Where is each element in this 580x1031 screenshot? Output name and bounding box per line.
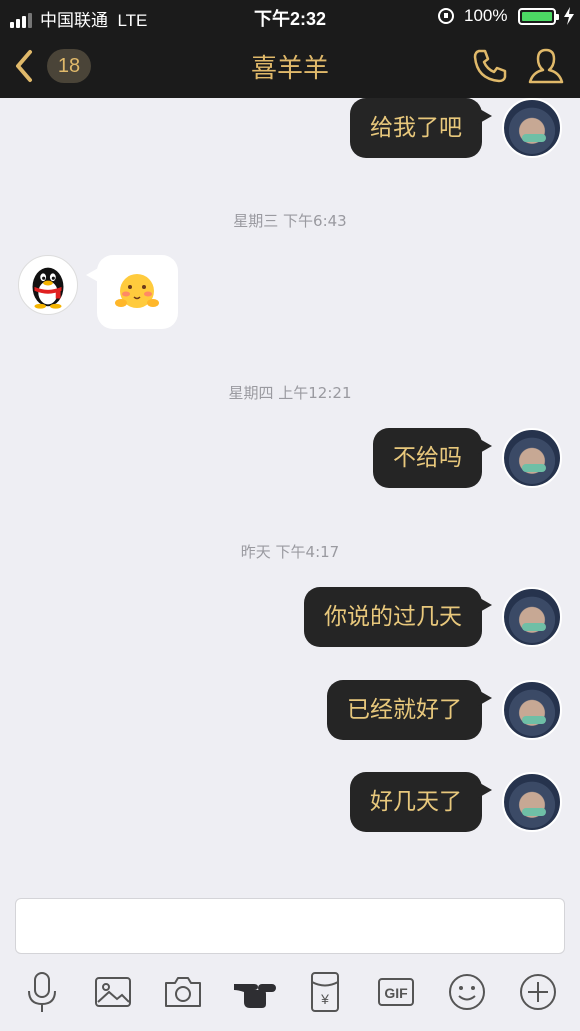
my-avatar[interactable] [502,587,562,647]
penguin-avatar-icon [32,267,64,309]
my-avatar[interactable] [502,98,562,158]
shy-face-emoji-icon [115,274,159,308]
message-input[interactable] [15,898,565,954]
battery-percent: 100% [464,6,508,25]
sticker-bubble[interactable] [86,255,178,329]
contact-avatar[interactable] [18,255,78,315]
message-bubble-sent[interactable]: 不给吗 [373,428,492,488]
phone-icon[interactable] [470,46,510,86]
message-bubble-sent[interactable]: 你说的过几天 [304,587,492,647]
camera-icon[interactable] [161,970,205,1014]
message-bubble-sent[interactable]: 已经就好了 [327,680,492,740]
charging-bolt-icon [564,7,574,25]
person-icon[interactable] [526,46,566,86]
image-icon[interactable] [91,970,135,1014]
message-bubble-sent[interactable]: 给我了吧 [350,98,492,158]
microphone-icon[interactable] [20,970,64,1014]
red-packet-label: ¥ [320,991,329,1007]
orientation-lock-icon [438,8,454,24]
gif-label: GIF [384,985,408,1001]
battery-icon [518,8,559,25]
timestamp: 昨天 下午4:17 [240,543,340,561]
timestamp: 星期四 上午12:21 [228,384,352,402]
poke-hand-icon[interactable] [232,970,280,1014]
red-packet-icon[interactable]: ¥ [303,970,347,1014]
status-bar: 中国联通 LTE 下午2:32 100% [0,0,580,34]
gif-icon[interactable]: GIF [374,970,418,1014]
nav-bar: 18 喜羊羊 [0,34,580,98]
emoji-icon[interactable] [445,970,489,1014]
timestamp: 星期三 下午6:43 [233,212,347,230]
my-avatar[interactable] [502,680,562,740]
my-avatar[interactable] [502,772,562,832]
plus-icon[interactable] [516,970,560,1014]
my-avatar[interactable] [502,428,562,488]
message-bubble-sent[interactable]: 好几天了 [350,772,492,832]
